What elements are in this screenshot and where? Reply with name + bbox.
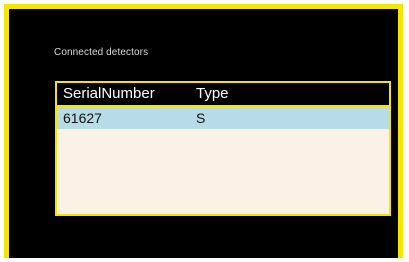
cell-type: S — [196, 110, 206, 126]
table-row[interactable]: 61627 S — [57, 107, 389, 129]
table-header: SerialNumber Type — [57, 83, 389, 107]
cell-serialnumber: 61627 — [63, 110, 102, 126]
column-header-type[interactable]: Type — [196, 85, 229, 102]
detectors-table: SerialNumber Type 61627 S — [55, 81, 391, 216]
section-title: Connected detectors — [54, 47, 149, 58]
app-root: Connected detectors SerialNumber Type 61… — [0, 0, 409, 262]
detectors-panel: Connected detectors SerialNumber Type 61… — [4, 4, 403, 258]
column-header-serialnumber[interactable]: SerialNumber — [63, 85, 155, 102]
